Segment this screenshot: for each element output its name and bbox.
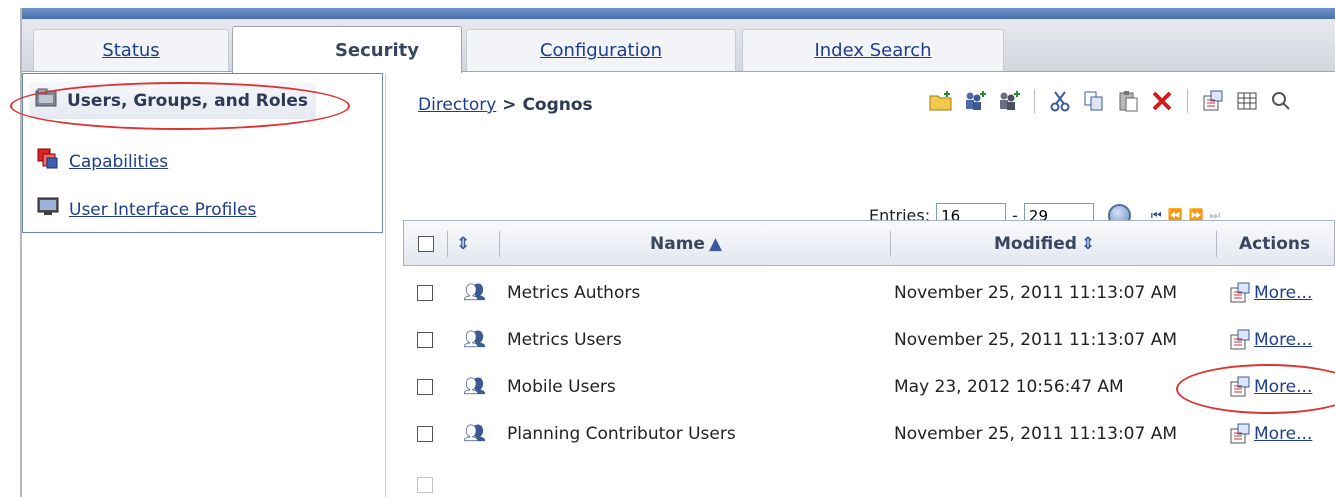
table-header: ⇕ Name ▲︎ Modified ⇕ Actions <box>403 220 1335 266</box>
more-link[interactable]: More... <box>1254 377 1312 397</box>
table-row: 👥︎ Metrics Users November 25, 2011 11:13… <box>403 316 1335 363</box>
properties-icon[interactable] <box>1229 282 1251 304</box>
select-all-checkbox[interactable] <box>418 236 434 252</box>
nav-capabilities-label: Capabilities <box>69 151 169 172</box>
row-name[interactable]: Metrics Authors <box>507 269 640 316</box>
cut-icon[interactable] <box>1047 88 1073 114</box>
header-separator <box>447 231 448 257</box>
sort-icon: ▲︎ <box>708 234 723 254</box>
paste-icon[interactable] <box>1115 88 1141 114</box>
row-modified: May 23, 2012 10:56:47 AM <box>894 376 1124 397</box>
tab-security-label: Security <box>334 39 420 61</box>
users-folder-icon <box>35 88 57 113</box>
tab-status-label: Status <box>102 40 160 61</box>
row-checkbox[interactable] <box>417 425 433 442</box>
ui-profile-icon <box>37 197 59 222</box>
properties-icon[interactable] <box>1229 376 1251 398</box>
select-all-cell <box>418 221 434 267</box>
table-row-partial <box>403 450 1335 497</box>
sort-icon: ⇕ <box>1080 234 1096 254</box>
toolbar-separator <box>1187 89 1188 113</box>
nav-users-groups-roles-label: Users, Groups, and Roles <box>67 90 309 111</box>
column-name[interactable]: Name ▲︎ <box>650 221 722 267</box>
capabilities-icon <box>37 148 59 175</box>
properties-icon[interactable] <box>1200 88 1226 114</box>
new-folder-icon[interactable] <box>928 88 954 114</box>
nav-user-interface-profiles[interactable]: User Interface Profiles <box>37 197 256 222</box>
group-icon: 👥︎ <box>463 282 486 303</box>
nav-user-interface-profiles-label: User Interface Profiles <box>69 199 257 220</box>
tab-status[interactable]: Status <box>33 29 229 71</box>
nav-users-groups-roles[interactable]: Users, Groups, and Roles <box>29 82 317 119</box>
header-separator <box>890 231 891 257</box>
row-checkbox[interactable] <box>417 378 433 395</box>
row-name[interactable]: Mobile Users <box>507 363 616 410</box>
column-modified-label: Modified <box>994 234 1077 254</box>
header-separator <box>1216 231 1217 257</box>
panel-divider <box>385 73 386 497</box>
more-link[interactable]: More... <box>1254 424 1312 444</box>
properties-icon[interactable] <box>1229 423 1251 445</box>
column-actions: Actions <box>1239 221 1310 267</box>
more-link[interactable]: More... <box>1254 283 1312 303</box>
new-role-icon[interactable] <box>996 88 1022 114</box>
row-checkbox[interactable] <box>417 331 433 348</box>
new-group-icon[interactable] <box>962 88 988 114</box>
search-icon[interactable] <box>1268 88 1294 114</box>
row-actions: More... <box>1229 316 1312 363</box>
row-checkbox[interactable] <box>417 476 433 493</box>
column-name-label: Name <box>650 234 705 254</box>
nav-capabilities[interactable]: Capabilities <box>37 148 168 175</box>
left-navigation-panel: Users, Groups, and Roles Capabilities Us… <box>22 73 383 233</box>
group-icon: 👥︎ <box>463 376 486 397</box>
copy-icon[interactable] <box>1081 88 1107 114</box>
delete-icon[interactable] <box>1149 88 1175 114</box>
row-checkbox[interactable] <box>417 284 433 301</box>
properties-icon[interactable] <box>1229 329 1251 351</box>
top-blue-bar <box>20 8 1335 19</box>
entries-table: ⇕ Name ▲︎ Modified ⇕ Actions 👥︎ Metrics … <box>403 220 1335 497</box>
table-row: 👥︎ Metrics Authors November 25, 2011 11:… <box>403 269 1335 316</box>
breadcrumb-directory-link[interactable]: Directory <box>418 95 496 115</box>
tab-security[interactable]: Security <box>232 26 462 73</box>
tab-index-search[interactable]: Index Search <box>742 29 1004 71</box>
breadcrumb-separator: > <box>502 95 517 115</box>
column-modified[interactable]: Modified ⇕ <box>994 221 1095 267</box>
row-modified: November 25, 2011 11:13:07 AM <box>894 329 1177 350</box>
column-actions-label: Actions <box>1239 234 1311 254</box>
more-link[interactable]: More... <box>1254 330 1312 350</box>
toolbar <box>928 88 1294 114</box>
row-modified: November 25, 2011 11:13:07 AM <box>894 282 1177 303</box>
breadcrumb-current: Cognos <box>522 95 593 115</box>
toolbar-separator <box>1034 89 1035 113</box>
group-icon: 👥︎ <box>463 329 486 350</box>
tab-configuration[interactable]: Configuration <box>466 29 736 71</box>
view-icon[interactable] <box>1234 88 1260 114</box>
tab-index-search-label: Index Search <box>814 40 932 61</box>
row-name[interactable]: Metrics Users <box>507 316 622 363</box>
table-row: 👥︎ Mobile Users May 23, 2012 10:56:47 AM… <box>403 363 1335 410</box>
row-actions: More... <box>1229 269 1312 316</box>
header-separator <box>499 231 500 257</box>
row-actions: More... <box>1229 363 1312 410</box>
tab-configuration-label: Configuration <box>539 40 663 61</box>
breadcrumb: Directory > Cognos <box>418 95 593 115</box>
type-sort-icon[interactable]: ⇕ <box>456 221 470 267</box>
